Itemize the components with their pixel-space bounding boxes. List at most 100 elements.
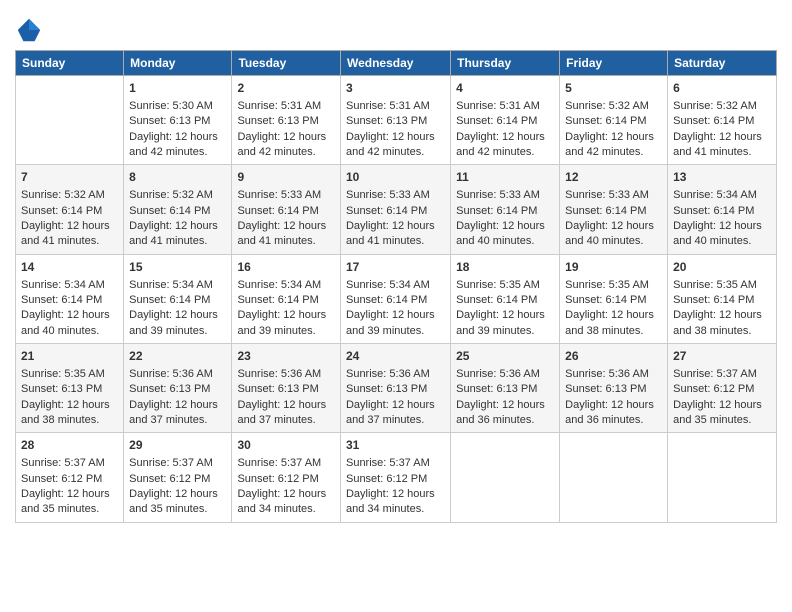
day-number: 3 [346, 80, 445, 97]
daylight-text: Daylight: 12 hours [21, 220, 110, 232]
daylight-minutes: and 42 minutes. [565, 146, 643, 158]
page-header [15, 10, 777, 44]
daylight-text: Daylight: 12 hours [673, 309, 762, 321]
daylight-text: Daylight: 12 hours [237, 399, 326, 411]
daylight-text: Daylight: 12 hours [237, 488, 326, 500]
sunset-text: Sunset: 6:12 PM [673, 383, 754, 395]
header-cell-tuesday: Tuesday [232, 51, 341, 76]
daylight-minutes: and 41 minutes. [673, 146, 751, 158]
daylight-text: Daylight: 12 hours [456, 309, 545, 321]
daylight-minutes: and 41 minutes. [346, 235, 424, 247]
daylight-minutes: and 37 minutes. [129, 414, 207, 426]
sunset-text: Sunset: 6:12 PM [21, 473, 102, 485]
calendar-cell: 28Sunrise: 5:37 AMSunset: 6:12 PMDayligh… [16, 433, 124, 522]
sunrise-text: Sunrise: 5:32 AM [129, 189, 213, 201]
daylight-minutes: and 39 minutes. [346, 325, 424, 337]
sunset-text: Sunset: 6:14 PM [456, 205, 537, 217]
calendar-cell [451, 433, 560, 522]
sunrise-text: Sunrise: 5:31 AM [237, 100, 321, 112]
calendar-cell: 23Sunrise: 5:36 AMSunset: 6:13 PMDayligh… [232, 344, 341, 433]
day-number: 9 [237, 169, 335, 186]
daylight-text: Daylight: 12 hours [21, 488, 110, 500]
daylight-text: Daylight: 12 hours [346, 399, 435, 411]
daylight-minutes: and 36 minutes. [565, 414, 643, 426]
daylight-minutes: and 41 minutes. [237, 235, 315, 247]
day-number: 2 [237, 80, 335, 97]
sunset-text: Sunset: 6:14 PM [673, 205, 754, 217]
header-cell-saturday: Saturday [668, 51, 777, 76]
daylight-minutes: and 40 minutes. [673, 235, 751, 247]
week-row-1: 7Sunrise: 5:32 AMSunset: 6:14 PMDaylight… [16, 165, 777, 254]
day-number: 17 [346, 259, 445, 276]
day-number: 14 [21, 259, 118, 276]
sunset-text: Sunset: 6:13 PM [237, 383, 318, 395]
day-number: 5 [565, 80, 662, 97]
daylight-minutes: and 37 minutes. [346, 414, 424, 426]
sunrise-text: Sunrise: 5:35 AM [673, 279, 757, 291]
daylight-minutes: and 41 minutes. [129, 235, 207, 247]
sunrise-text: Sunrise: 5:30 AM [129, 100, 213, 112]
day-number: 22 [129, 348, 226, 365]
daylight-text: Daylight: 12 hours [456, 399, 545, 411]
calendar-cell: 9Sunrise: 5:33 AMSunset: 6:14 PMDaylight… [232, 165, 341, 254]
logo-icon [15, 16, 43, 44]
sunrise-text: Sunrise: 5:34 AM [21, 279, 105, 291]
day-number: 29 [129, 437, 226, 454]
day-number: 1 [129, 80, 226, 97]
day-number: 20 [673, 259, 771, 276]
daylight-minutes: and 34 minutes. [237, 503, 315, 515]
day-number: 24 [346, 348, 445, 365]
sunset-text: Sunset: 6:14 PM [565, 294, 646, 306]
day-number: 6 [673, 80, 771, 97]
sunset-text: Sunset: 6:14 PM [673, 294, 754, 306]
daylight-text: Daylight: 12 hours [129, 309, 218, 321]
daylight-minutes: and 37 minutes. [237, 414, 315, 426]
day-number: 8 [129, 169, 226, 186]
day-number: 4 [456, 80, 554, 97]
sunset-text: Sunset: 6:13 PM [237, 115, 318, 127]
daylight-minutes: and 42 minutes. [129, 146, 207, 158]
calendar-body: 1 Sunrise: 5:30 AM Sunset: 6:13 PM Daylight… [16, 76, 777, 523]
sunrise-text: Sunrise: 5:37 AM [129, 457, 213, 469]
header-cell-sunday: Sunday [16, 51, 124, 76]
day-number: 16 [237, 259, 335, 276]
calendar-cell: 29Sunrise: 5:37 AMSunset: 6:12 PMDayligh… [124, 433, 232, 522]
daylight-minutes: and 35 minutes. [21, 503, 99, 515]
calendar-cell: 19Sunrise: 5:35 AMSunset: 6:14 PMDayligh… [560, 254, 668, 343]
daylight-text: Daylight: 12 hours [565, 309, 654, 321]
calendar-cell: 11Sunrise: 5:33 AMSunset: 6:14 PMDayligh… [451, 165, 560, 254]
sunset-text: Sunset: 6:13 PM [565, 383, 646, 395]
daylight-text: Daylight: 12 hours [237, 220, 326, 232]
day-number: 12 [565, 169, 662, 186]
calendar-cell: 8Sunrise: 5:32 AMSunset: 6:14 PMDaylight… [124, 165, 232, 254]
sunrise-text: Sunrise: 5:31 AM [456, 100, 540, 112]
day-number: 28 [21, 437, 118, 454]
calendar-cell: 10Sunrise: 5:33 AMSunset: 6:14 PMDayligh… [340, 165, 450, 254]
header-cell-friday: Friday [560, 51, 668, 76]
day-number: 13 [673, 169, 771, 186]
daylight-minutes: and 40 minutes. [565, 235, 643, 247]
daylight-text: Daylight: 12 hours [565, 131, 654, 143]
calendar-cell: 14Sunrise: 5:34 AMSunset: 6:14 PMDayligh… [16, 254, 124, 343]
daylight-minutes: and 39 minutes. [129, 325, 207, 337]
calendar-cell: 16Sunrise: 5:34 AMSunset: 6:14 PMDayligh… [232, 254, 341, 343]
sunrise-text: Sunrise: 5:33 AM [565, 189, 649, 201]
calendar-cell: 12Sunrise: 5:33 AMSunset: 6:14 PMDayligh… [560, 165, 668, 254]
calendar-cell: 13Sunrise: 5:34 AMSunset: 6:14 PMDayligh… [668, 165, 777, 254]
sunset-text: Sunset: 6:13 PM [456, 383, 537, 395]
sunrise-text: Sunrise: 5:33 AM [346, 189, 430, 201]
sunrise-text: Sunrise: 5:34 AM [346, 279, 430, 291]
daylight-minutes: and 41 minutes. [21, 235, 99, 247]
daylight-minutes: and 42 minutes. [237, 146, 315, 158]
sunrise-text: Sunrise: 5:32 AM [673, 100, 757, 112]
daylight-text: Daylight: 12 hours [21, 309, 110, 321]
sunrise-text: Sunrise: 5:34 AM [673, 189, 757, 201]
sunrise-text: Sunrise: 5:31 AM [346, 100, 430, 112]
daylight-minutes: and 35 minutes. [673, 414, 751, 426]
daylight-text: Daylight: 12 hours [129, 131, 218, 143]
daylight-text: Daylight: 12 hours [565, 399, 654, 411]
calendar-cell [560, 433, 668, 522]
sunset-text: Sunset: 6:14 PM [129, 205, 210, 217]
sunset-text: Sunset: 6:13 PM [129, 115, 210, 127]
header-cell-wednesday: Wednesday [340, 51, 450, 76]
